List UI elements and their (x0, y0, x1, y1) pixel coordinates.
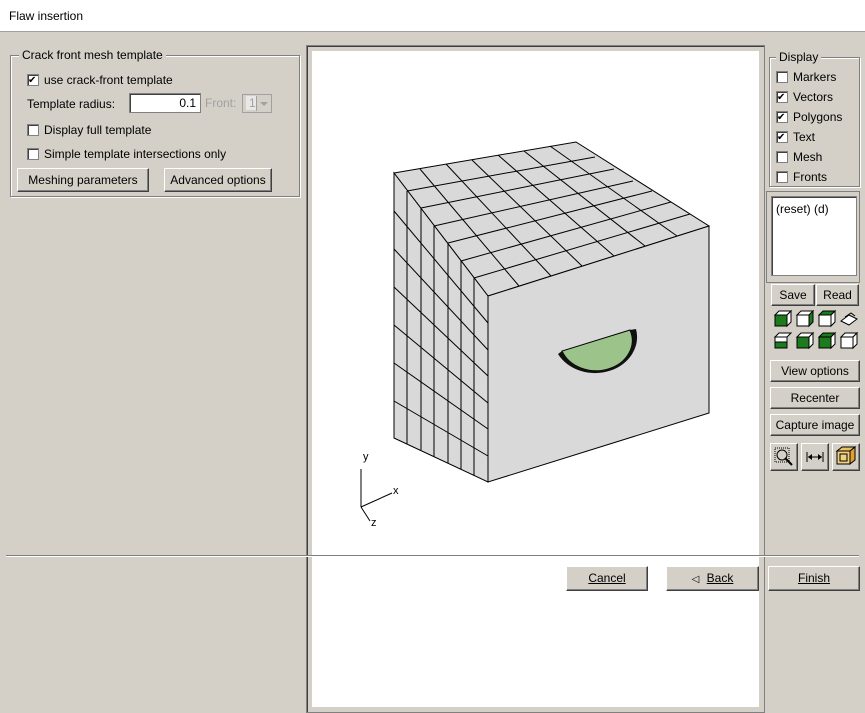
left-view-icon[interactable] (816, 309, 838, 331)
read-button[interactable]: Read (816, 284, 859, 306)
iso2-view-icon[interactable] (838, 331, 860, 353)
use-template-label: use crack-front template (44, 73, 173, 87)
bounding-box-icon[interactable] (832, 443, 860, 471)
recenter-button[interactable]: Recenter (770, 387, 860, 409)
checkbox-box[interactable] (776, 91, 788, 103)
text-label: Text (793, 130, 816, 144)
chevron-left-icon: ◁ (691, 574, 700, 585)
window-title: Flaw insertion (9, 9, 84, 23)
checkbox-box[interactable] (27, 124, 39, 136)
markers-checkbox[interactable]: Markers (776, 69, 836, 85)
checkbox-box[interactable] (776, 131, 788, 143)
checkbox-box[interactable] (776, 111, 788, 123)
measure-icon[interactable] (801, 443, 829, 471)
checkbox-box[interactable] (27, 74, 39, 86)
save-button[interactable]: Save (771, 284, 815, 306)
zoom-icon[interactable] (770, 443, 798, 471)
bottom-view-icon[interactable] (816, 331, 838, 353)
back-label: Back (706, 571, 734, 585)
markers-label: Markers (793, 70, 837, 84)
title-bar: Flaw insertion (0, 0, 865, 32)
checkbox-box[interactable] (776, 151, 788, 163)
view-options-button[interactable]: View options (770, 360, 860, 382)
back-view-icon[interactable] (794, 309, 816, 331)
iso-view-icon[interactable] (838, 309, 860, 331)
right-view-icon[interactable] (772, 331, 794, 353)
cancel-button[interactable]: Cancel (566, 566, 648, 591)
capture-image-button[interactable]: Capture image (770, 414, 860, 436)
template-radius-input[interactable]: 0.1 (129, 93, 201, 113)
crack-front-legend: Crack front mesh template (19, 48, 166, 62)
vectors-checkbox[interactable]: Vectors (776, 89, 833, 105)
back-button[interactable]: ◁ Back (666, 566, 759, 591)
mesh-checkbox[interactable]: Mesh (776, 149, 822, 165)
views-list[interactable]: (reset) (d) (771, 196, 857, 276)
axis-z-label: z (371, 517, 377, 529)
polygons-label: Polygons (793, 110, 843, 124)
fronts-checkbox[interactable]: Fronts (776, 169, 827, 185)
advanced-options-button[interactable]: Advanced options (164, 168, 272, 192)
simple-intersections-checkbox[interactable]: Simple template intersections only (27, 146, 226, 162)
axis-y-label: y (363, 451, 369, 463)
checkbox-box[interactable] (27, 148, 39, 160)
chevron-down-icon (256, 96, 270, 111)
display-full-label: Display full template (44, 123, 152, 137)
text-checkbox[interactable]: Text (776, 129, 815, 145)
front-label: Front: (205, 96, 237, 110)
viewport-3d[interactable]: y x z (312, 51, 759, 707)
top-view-icon[interactable] (794, 331, 816, 353)
meshing-parameters-button[interactable]: Meshing parameters (17, 168, 149, 192)
polygons-checkbox[interactable]: Polygons (776, 109, 842, 125)
display-legend: Display (776, 50, 822, 64)
footer-divider (6, 555, 859, 557)
finish-label: Finish (797, 571, 830, 585)
template-radius-label: Template radius: (27, 97, 116, 111)
list-item[interactable]: (reset) (d) (776, 202, 852, 216)
display-full-template-checkbox[interactable]: Display full template (27, 122, 151, 138)
checkbox-box[interactable] (776, 171, 788, 183)
front-select[interactable]: 1 (242, 94, 272, 113)
front-view-icon[interactable] (772, 309, 794, 331)
view-icons-grid (772, 309, 860, 353)
mesh-label: Mesh (793, 150, 823, 164)
axis-x-label: x (393, 485, 399, 497)
cube-model (360, 141, 711, 522)
simple-intersections-label: Simple template intersections only (44, 147, 227, 161)
cancel-label: Cancel (588, 571, 626, 585)
vectors-label: Vectors (793, 90, 834, 104)
finish-button[interactable]: Finish (768, 566, 860, 591)
checkbox-box[interactable] (776, 71, 788, 83)
fronts-label: Fronts (793, 170, 828, 184)
use-template-checkbox[interactable]: use crack-front template (27, 72, 173, 88)
